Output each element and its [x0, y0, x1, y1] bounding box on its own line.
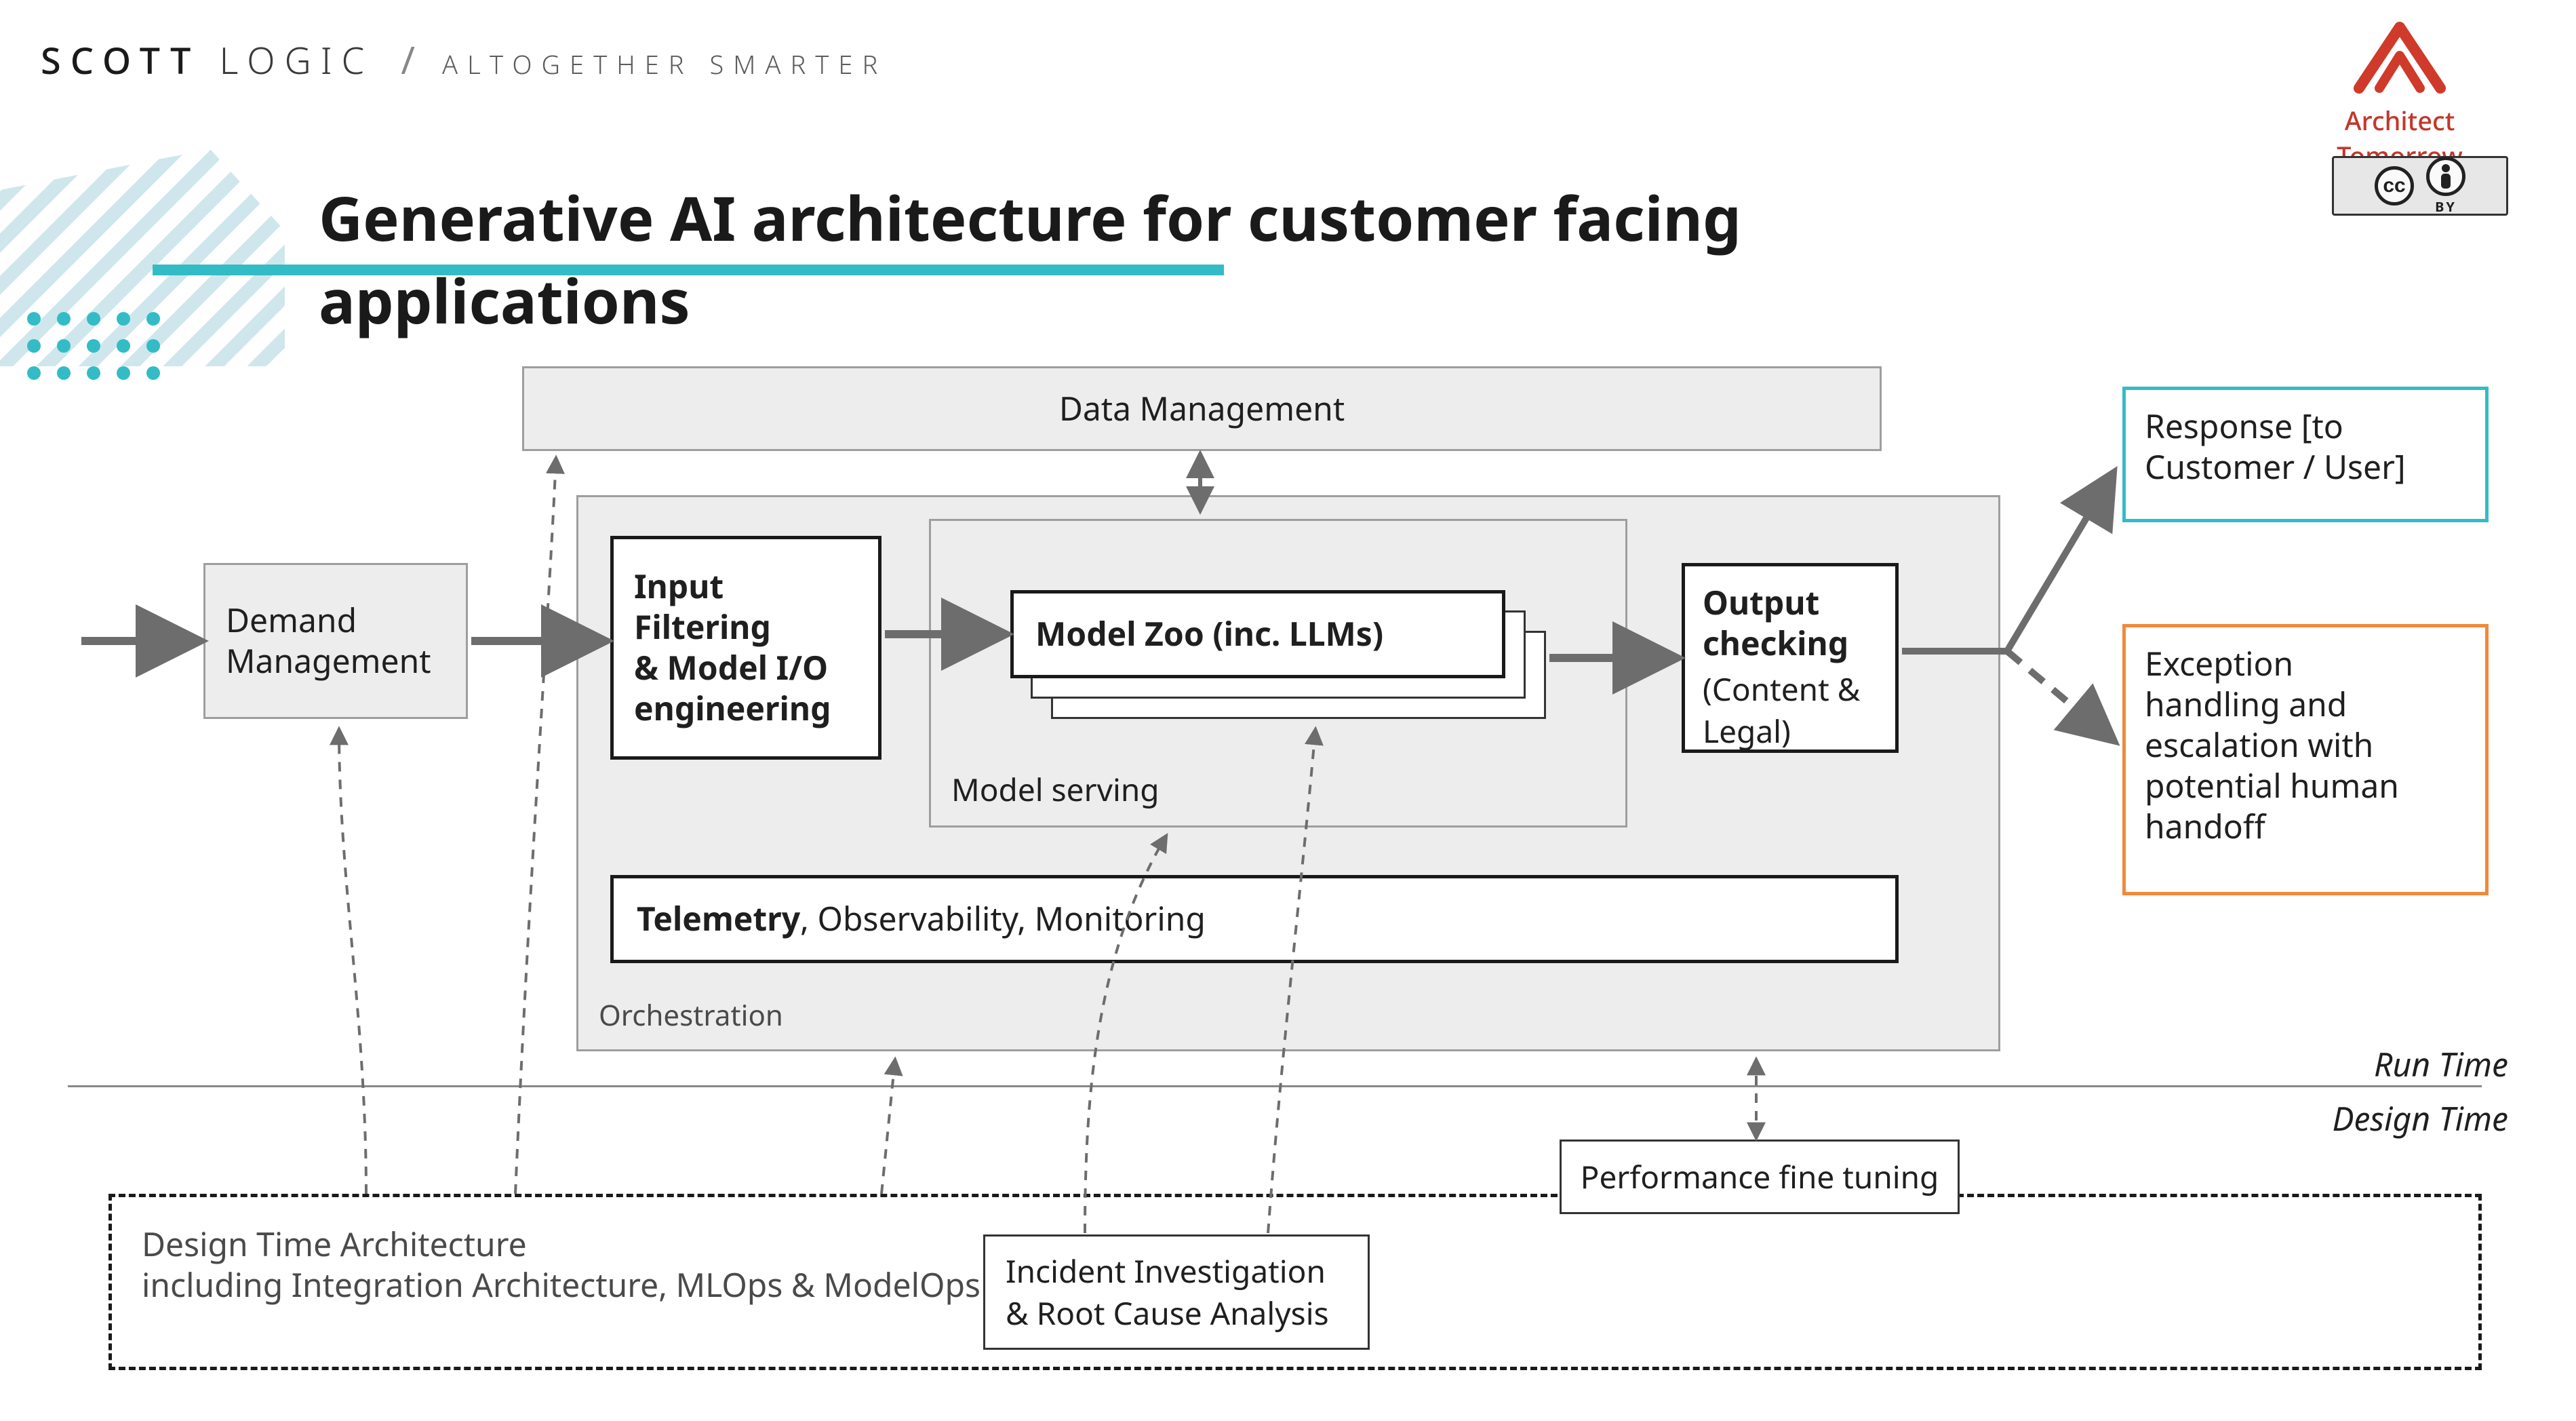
connector-overlay [0, 0, 2576, 1421]
